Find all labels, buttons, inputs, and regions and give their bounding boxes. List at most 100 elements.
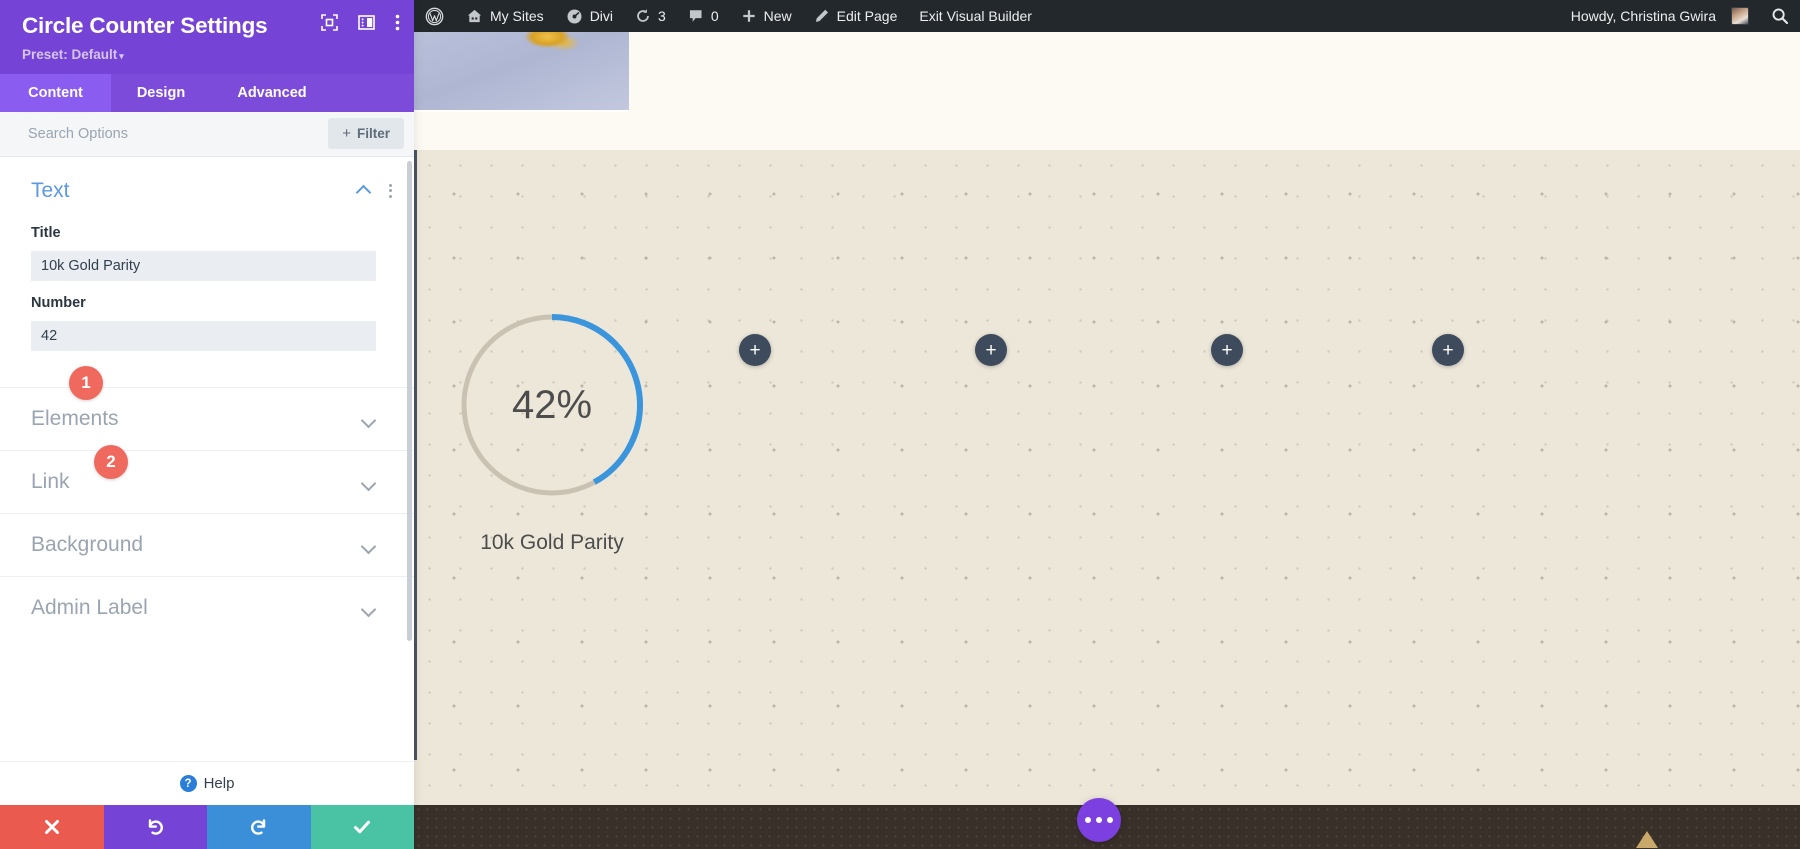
exit-visual-builder-button[interactable]: Exit Visual Builder — [908, 0, 1043, 32]
plus-icon: + — [342, 125, 351, 143]
screen-root: Circle Counter Settings Preset: Default ▾ — [0, 0, 1800, 849]
edit-page-menu[interactable]: Edit Page — [803, 0, 909, 32]
vertical-dots-icon[interactable] — [395, 14, 400, 31]
redo-icon — [250, 819, 265, 835]
chevron-down-icon[interactable] — [362, 601, 376, 615]
tab-advanced[interactable]: Advanced — [211, 74, 333, 112]
field-title-label: Title — [31, 224, 61, 241]
field-number: Number — [0, 281, 414, 351]
title-input[interactable] — [31, 250, 376, 281]
close-icon — [44, 820, 59, 834]
tab-design[interactable]: Design — [111, 74, 211, 112]
redo-button[interactable] — [207, 805, 311, 849]
accordion-link[interactable]: Link — [0, 449, 414, 513]
preset-label: Preset: Default — [22, 46, 118, 62]
divi-gauge-icon — [567, 9, 582, 23]
panel-scroll-area: Text Title Number Elements — [0, 157, 414, 639]
undo-button[interactable] — [103, 805, 207, 849]
sites-house-icon — [467, 9, 482, 22]
new-content-menu[interactable]: New — [730, 0, 803, 32]
comment-bubble-icon — [689, 10, 702, 22]
updates-menu[interactable]: 3 — [624, 0, 677, 32]
exit-visual-builder-label: Exit Visual Builder — [919, 8, 1032, 24]
accordion-link-label: Link — [31, 469, 70, 493]
panel-scrollbar[interactable] — [407, 160, 412, 641]
number-input[interactable] — [31, 320, 376, 351]
tab-content[interactable]: Content — [0, 73, 111, 112]
admin-bar-search-button[interactable] — [1760, 0, 1800, 32]
cancel-button[interactable] — [0, 805, 104, 849]
step-badge-2: 2 — [94, 444, 128, 479]
visual-builder-canvas: 42% 10k Gold Parity + + + + — [414, 32, 1800, 849]
accordion-admin-label-label: Admin Label — [31, 595, 148, 619]
chevron-up-icon[interactable] — [357, 184, 371, 198]
add-module-button-1[interactable]: + — [739, 334, 771, 366]
search-row: + Filter — [0, 111, 414, 157]
accordion-background[interactable]: Background — [0, 512, 414, 576]
divi-menu[interactable]: Divi — [555, 0, 624, 32]
group-options-dots-icon[interactable] — [389, 183, 392, 198]
wordpress-logo-menu[interactable] — [414, 0, 455, 32]
field-number-label: Number — [31, 294, 86, 311]
filter-button[interactable]: + Filter — [328, 118, 404, 150]
new-label: New — [763, 8, 792, 24]
group-text-title: Text — [31, 178, 70, 202]
preset-selector[interactable]: Preset: Default ▾ — [22, 47, 392, 62]
help-label: Help — [203, 775, 235, 792]
panel-body: Text Title Number Elements — [0, 156, 414, 761]
canvas-section-body: 42% 10k Gold Parity + + + + — [414, 150, 1800, 805]
wordpress-admin-bar: My Sites Divi 3 0 New Edit Page Exit Vis… — [414, 0, 1800, 32]
accordion-admin-label[interactable]: Admin Label — [0, 575, 414, 639]
edit-page-label: Edit Page — [836, 8, 898, 24]
page-settings-fab[interactable] — [1077, 798, 1121, 842]
chevron-down-icon[interactable] — [362, 538, 376, 552]
account-menu[interactable]: Howdy, Christina Gwira — [1560, 0, 1760, 32]
step-badge-1: 1 — [69, 365, 103, 400]
updates-count: 3 — [658, 8, 666, 24]
panel-header-icon-group — [321, 14, 400, 31]
comments-count: 0 — [710, 8, 719, 24]
add-module-button-2[interactable]: + — [975, 334, 1007, 366]
circle-counter-percent: 42% — [511, 382, 593, 427]
canvas-edge-divider — [414, 150, 417, 760]
preset-caret-icon: ▾ — [119, 50, 124, 61]
field-title: Title — [0, 211, 414, 281]
divi-label: Divi — [589, 8, 614, 24]
wordpress-logo-icon — [425, 7, 444, 25]
field-spacer — [0, 351, 414, 387]
my-sites-label: My Sites — [490, 8, 544, 24]
accordion-elements-label: Elements — [31, 406, 119, 430]
accordion-elements[interactable]: Elements — [0, 386, 414, 450]
focus-target-icon[interactable] — [321, 14, 338, 31]
panel-tab-bar: Content Design Advanced — [0, 73, 414, 112]
hero-product-image — [414, 32, 629, 112]
avatar — [1731, 7, 1749, 25]
footer-ornament-icon — [1636, 831, 1658, 848]
my-sites-menu[interactable]: My Sites — [455, 0, 555, 32]
search-input[interactable] — [28, 125, 329, 142]
circle-counter-module[interactable]: 42% 10k Gold Parity — [442, 305, 662, 555]
add-module-button-3[interactable]: + — [1211, 334, 1243, 366]
comments-menu[interactable]: 0 — [677, 0, 730, 32]
chevron-down-icon[interactable] — [362, 412, 376, 426]
filter-button-label: Filter — [356, 126, 390, 142]
accordion-background-label: Background — [31, 532, 144, 556]
circle-counter-graphic: 42% — [452, 305, 652, 505]
checkmark-icon — [354, 820, 371, 834]
help-icon: ? — [179, 775, 197, 792]
chevron-down-icon[interactable] — [362, 475, 376, 489]
panel-action-bar — [0, 805, 414, 849]
account-greeting: Howdy, Christina Gwira — [1570, 8, 1716, 24]
panel-header: Circle Counter Settings Preset: Default ▾ — [0, 0, 414, 74]
save-button[interactable] — [310, 805, 414, 849]
group-text-header[interactable]: Text — [0, 157, 414, 211]
updates-refresh-icon — [637, 9, 649, 22]
undo-icon — [149, 819, 164, 835]
circle-counter-title: 10k Gold Parity — [480, 531, 624, 554]
pencil-icon — [815, 9, 828, 22]
circle-counter-settings-panel: Circle Counter Settings Preset: Default ▾ — [0, 0, 414, 849]
layout-panel-icon[interactable] — [358, 14, 375, 31]
help-row[interactable]: ? Help — [0, 761, 414, 805]
add-module-button-4[interactable]: + — [1432, 334, 1464, 366]
plus-icon — [742, 10, 755, 22]
